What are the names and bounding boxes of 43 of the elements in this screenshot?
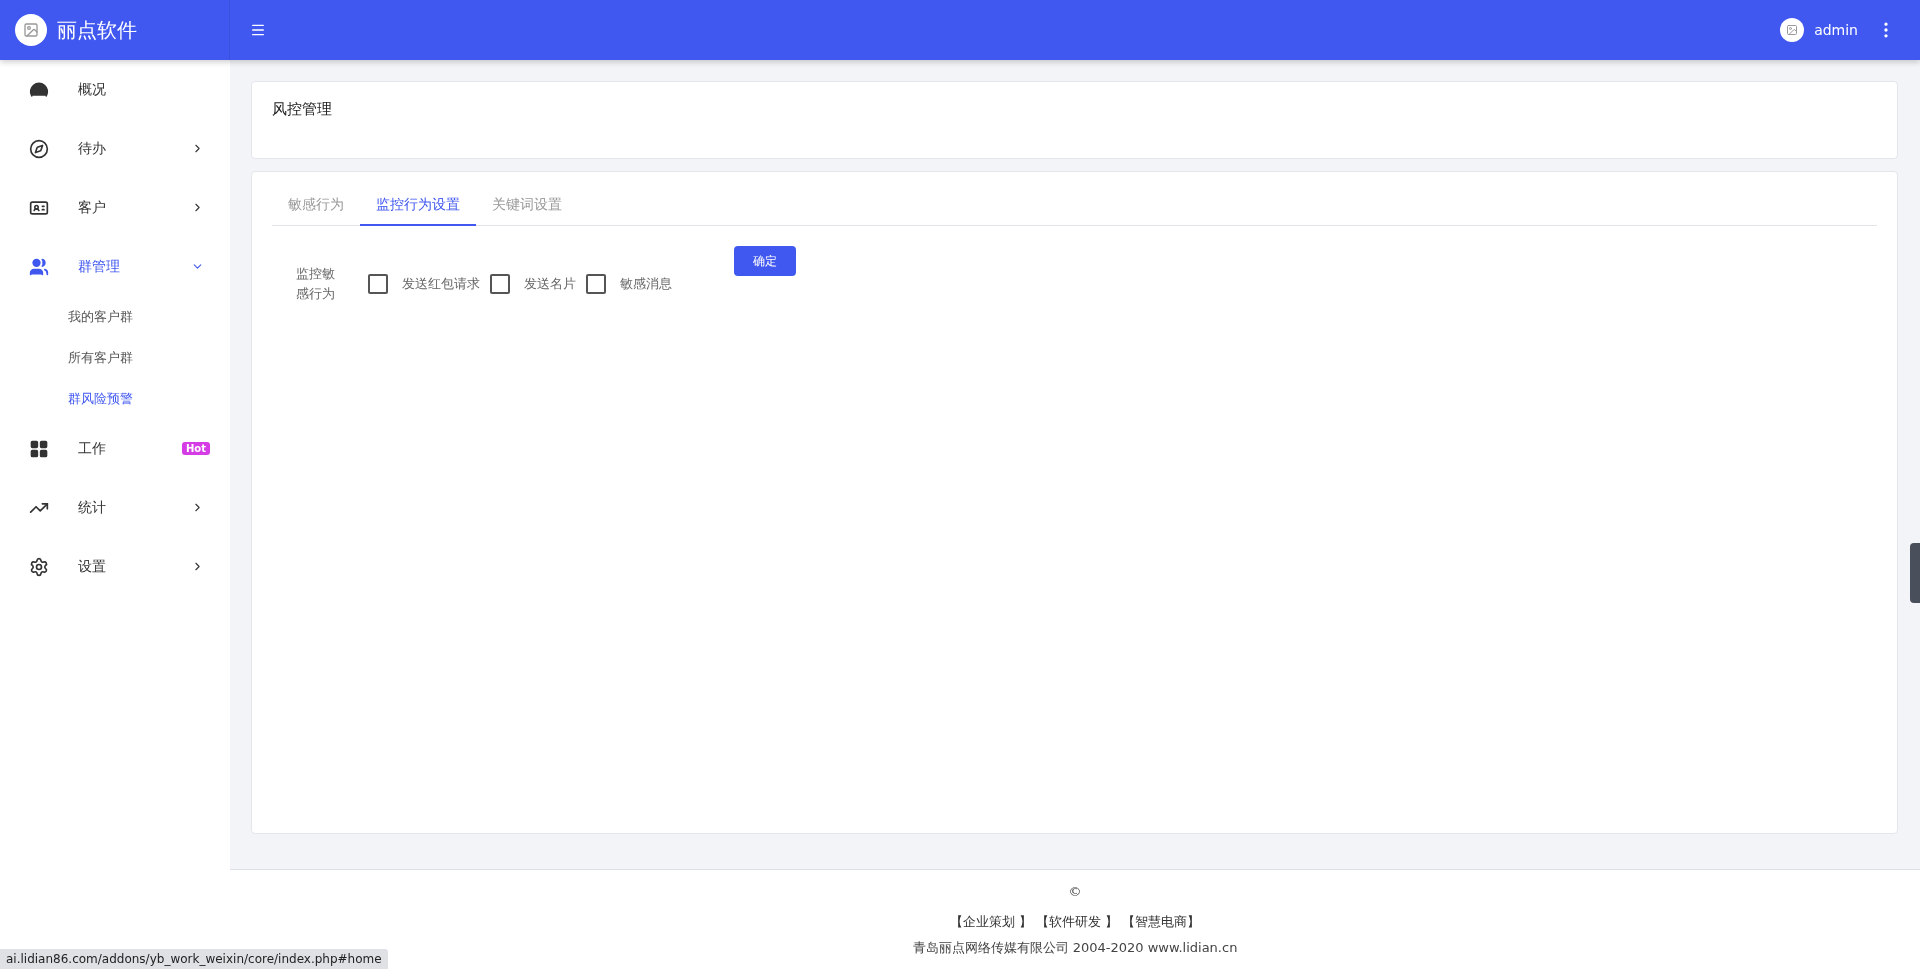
checkbox-label: 敏感消息 (620, 274, 672, 293)
footer-link[interactable]: 【智慧电商】 (1122, 913, 1201, 931)
sidebar-item[interactable]: 统计 (0, 478, 230, 537)
page-title: 风控管理 (272, 100, 333, 119)
grid-icon (29, 438, 49, 459)
checkbox[interactable] (490, 273, 510, 294)
confirm-button[interactable]: 确定 (734, 246, 796, 276)
sidebar-subitem[interactable]: 我的客户群 (0, 296, 230, 337)
sidebar-label: 群管理 (78, 257, 121, 276)
sidebar-item[interactable]: 群管理 (0, 237, 230, 296)
compass-icon (29, 138, 49, 159)
footer-link[interactable]: 【软件研发 】 (1036, 913, 1119, 931)
checkbox[interactable] (368, 273, 388, 294)
sidebar-item[interactable]: 设置 (0, 537, 230, 596)
sidebar-item[interactable]: 工作 Hot (0, 419, 230, 478)
users-icon (29, 256, 49, 277)
checkbox-label: 发送名片 (524, 274, 576, 293)
copyright-mark: © (1068, 884, 1082, 899)
brand-name: 丽点软件 (57, 16, 137, 44)
tab[interactable]: 监控行为设置 (360, 186, 476, 226)
sidebar-label: 待办 (78, 139, 107, 158)
side-handle[interactable] (1910, 543, 1920, 603)
checkbox-label: 发送红包请求 (402, 274, 480, 293)
user-avatar (1780, 18, 1805, 42)
sidebar-label: 设置 (78, 557, 107, 576)
checkbox[interactable] (586, 273, 606, 294)
sidebar-item[interactable]: 客户 (0, 178, 230, 237)
sidebar-item[interactable]: 待办 (0, 119, 230, 178)
sidebar-item[interactable]: 概况 (0, 60, 230, 119)
sidebar-subitem[interactable]: 群风险预警 (0, 378, 230, 419)
user-name[interactable]: admin (1814, 22, 1858, 38)
company-text: 青岛丽点网络传媒有限公司 2004-2020 www.lidian.cn (912, 939, 1238, 957)
sidebar-label: 工作 (78, 439, 107, 458)
field-label: 监控敏感行为 (296, 265, 336, 303)
sidebar-label: 统计 (78, 498, 107, 517)
settings-icon (29, 556, 49, 577)
sidebar-label: 概况 (78, 80, 107, 99)
hot-badge: Hot (181, 442, 210, 455)
sidebar-label: 客户 (78, 198, 107, 217)
status-url: ai.lidian86.com/addons/yb_work_weixin/core/index.php#home (0, 949, 388, 969)
logo-icon (15, 14, 47, 46)
sidebar-subitem[interactable]: 所有客户群 (0, 337, 230, 378)
footer-link[interactable]: 【企业策划 】 (949, 913, 1032, 931)
